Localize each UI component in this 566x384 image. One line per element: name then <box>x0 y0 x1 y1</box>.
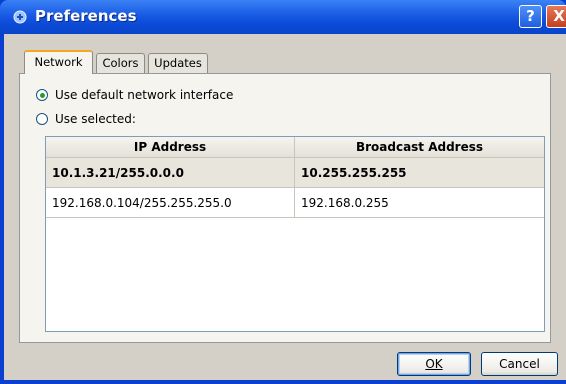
table-row[interactable]: 10.1.3.21/255.0.0.0 10.255.255.255 <box>46 158 544 188</box>
tab-network[interactable]: Network <box>24 50 93 74</box>
radio-default-interface[interactable]: Use default network interface <box>36 86 233 104</box>
cell-ip: 192.168.0.104/255.255.255.0 <box>46 188 295 217</box>
ok-button-label: OK <box>425 357 443 371</box>
table-row[interactable]: 192.168.0.104/255.255.255.0 192.168.0.25… <box>46 188 544 218</box>
radio-selected-label: Use selected: <box>55 112 136 126</box>
radio-use-selected[interactable]: Use selected: <box>36 110 136 128</box>
radio-button-default[interactable] <box>36 89 48 101</box>
title-bar[interactable]: Preferences ? X <box>0 0 566 34</box>
radio-default-label: Use default network interface <box>55 88 234 102</box>
column-header-broadcast[interactable]: Broadcast Address <box>295 137 544 157</box>
help-button[interactable]: ? <box>519 5 542 28</box>
table-header: IP Address Broadcast Address <box>46 137 544 158</box>
cell-ip: 10.1.3.21/255.0.0.0 <box>46 158 295 187</box>
interfaces-table[interactable]: IP Address Broadcast Address 10.1.3.21/2… <box>45 136 545 332</box>
cell-broadcast: 192.168.0.255 <box>301 195 389 210</box>
cancel-button[interactable]: Cancel <box>481 352 558 376</box>
close-button[interactable]: X <box>546 5 566 28</box>
ok-button[interactable]: OK <box>397 352 471 376</box>
cell-broadcast: 10.255.255.255 <box>301 165 407 180</box>
app-icon <box>13 10 27 24</box>
radio-button-selected[interactable] <box>36 113 48 125</box>
column-header-ip[interactable]: IP Address <box>46 137 295 157</box>
window-title: Preferences <box>35 7 137 25</box>
window-border-bottom <box>0 380 566 384</box>
tab-colors[interactable]: Colors <box>96 53 145 73</box>
tab-updates[interactable]: Updates <box>148 53 208 73</box>
